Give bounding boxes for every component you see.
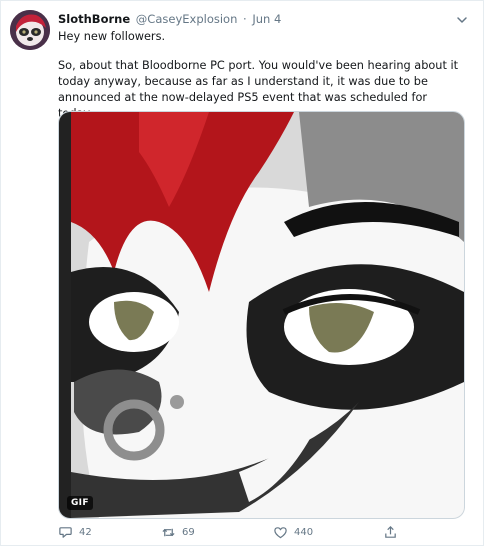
reply-icon [59,526,72,538]
reply-count: 42 [79,526,92,538]
heart-icon [274,526,287,538]
like-button[interactable]: 440 [273,523,313,541]
tweet-date[interactable]: Jun 4 [252,12,281,26]
tweet-card[interactable]: SlothBorne @CaseyExplosion · Jun 4 Hey n… [0,0,484,546]
retweet-count: 69 [182,526,195,538]
separator-dot: · [243,12,247,26]
like-count: 440 [294,526,314,538]
gif-frame-illustration [59,112,464,518]
tweet-header: SlothBorne @CaseyExplosion · Jun 4 [58,10,471,28]
retweet-button[interactable]: 69 [161,523,195,541]
tweet-actions: 42 69 440 [58,523,463,541]
user-handle[interactable]: @CaseyExplosion [136,12,238,26]
tweet-media-gif[interactable]: GIF [58,111,465,519]
share-icon [385,525,396,538]
share-button[interactable] [383,523,404,541]
retweet-icon [162,528,175,536]
chevron-down-icon[interactable] [455,12,469,26]
display-name[interactable]: SlothBorne [58,12,130,26]
avatar[interactable] [10,10,50,50]
tweet-text-line1: Hey new followers. [58,30,166,43]
gif-badge: GIF [67,496,93,510]
reply-button[interactable]: 42 [58,523,92,541]
